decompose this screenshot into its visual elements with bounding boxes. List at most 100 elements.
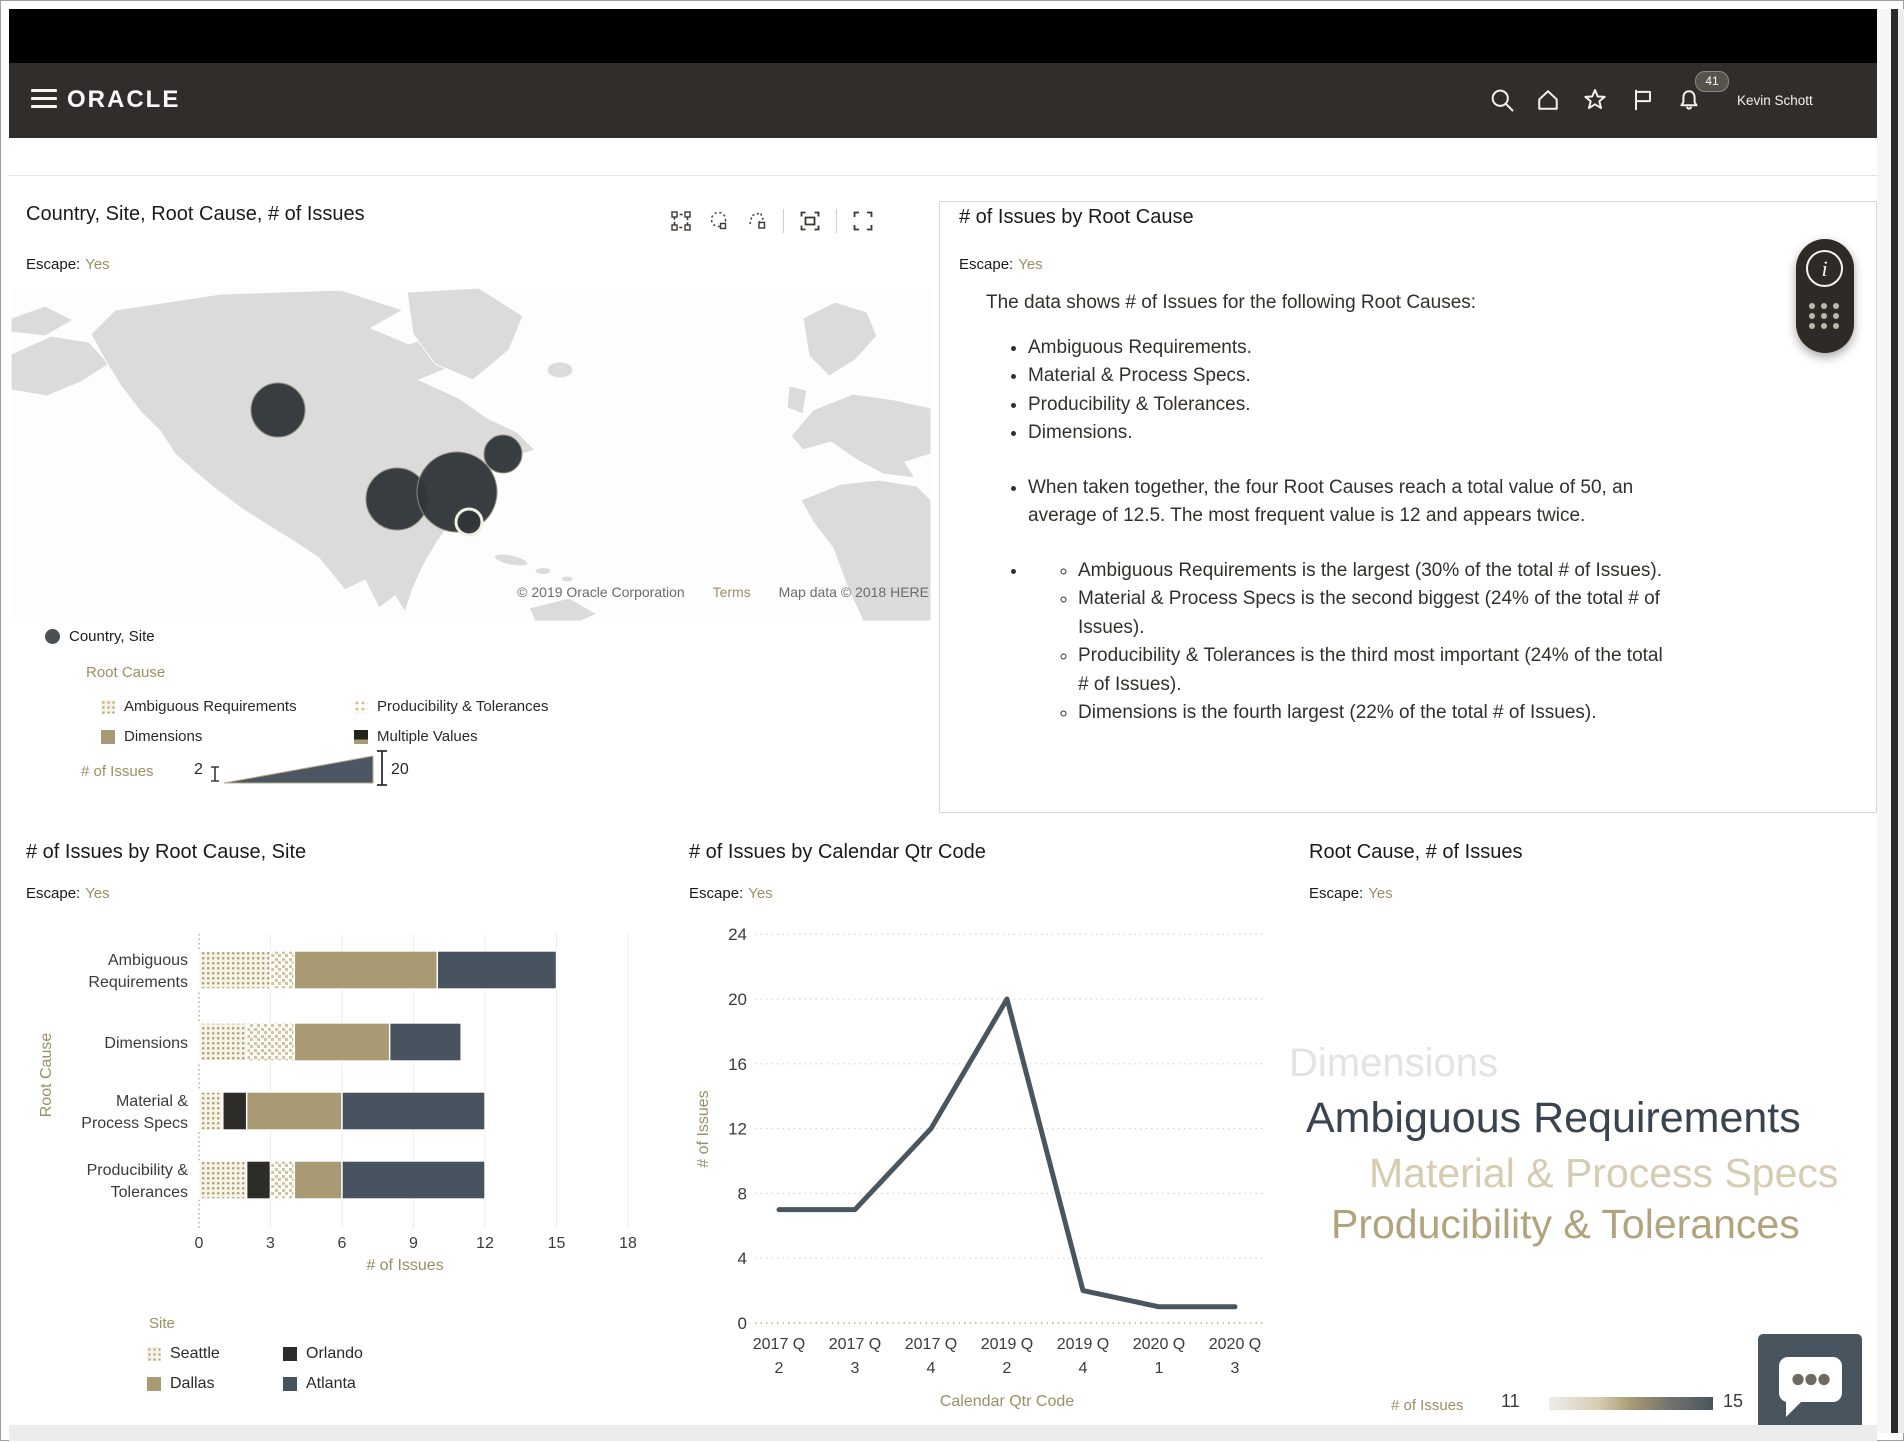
svg-text:3: 3: [851, 1360, 860, 1377]
insight-panel-title: # of Issues by Root Cause: [959, 206, 1194, 229]
size-legend-min: 2: [194, 761, 203, 779]
home-icon[interactable]: [1534, 86, 1562, 114]
svg-text:3: 3: [266, 1235, 275, 1252]
site-legend-title: Site: [149, 1315, 175, 1332]
line-series[interactable]: [779, 999, 1235, 1307]
tag-word[interactable]: Ambiguous Requirements: [1306, 1097, 1801, 1140]
svg-text:4: 4: [927, 1360, 936, 1377]
bar-segment[interactable]: [271, 1161, 295, 1199]
legend-label: Atlanta: [306, 1375, 356, 1393]
chat-assistant-button[interactable]: [1758, 1334, 1862, 1438]
svg-text:0: 0: [195, 1235, 204, 1252]
bar-segment[interactable]: [247, 1092, 342, 1130]
legend-swatch: [101, 700, 115, 714]
svg-text:Dimensions: Dimensions: [104, 1035, 188, 1052]
map-legend-item[interactable]: Dimensions: [101, 728, 354, 745]
legend-swatch: [283, 1377, 297, 1391]
fullscreen-icon[interactable]: [851, 209, 875, 233]
svg-text:0: 0: [738, 1314, 747, 1333]
bar-segment[interactable]: [342, 1092, 485, 1130]
legend-swatch: [354, 700, 368, 714]
insight-summary: When taken together, the four Root Cause…: [1028, 474, 1676, 531]
insight-text: The data shows # of Issues for the follo…: [986, 289, 1676, 728]
favorites-star-icon[interactable]: [1581, 86, 1609, 114]
tag-legend-label: # of Issues: [1391, 1397, 1464, 1414]
page-right-margin: [1877, 9, 1891, 1433]
polygon-lasso-select-icon[interactable]: [745, 209, 769, 233]
bar-segment[interactable]: [342, 1161, 485, 1199]
insight-options-pill[interactable]: i: [1796, 239, 1854, 353]
bar-segment[interactable]: [247, 1023, 295, 1061]
bar-segment[interactable]: [247, 1161, 271, 1199]
bar-segment[interactable]: [294, 1023, 389, 1061]
tag-word[interactable]: Producibility & Tolerances: [1331, 1204, 1800, 1245]
bar-segment[interactable]: [223, 1092, 247, 1130]
svg-text:2: 2: [1003, 1360, 1012, 1377]
bar-segment[interactable]: [271, 951, 295, 989]
legend-swatch: [147, 1347, 161, 1361]
marquee-select-icon[interactable]: [669, 209, 693, 233]
size-legend-max: 20: [391, 761, 409, 779]
oracle-logo: ORACLE: [67, 86, 180, 114]
bar-segment[interactable]: [437, 951, 556, 989]
notification-count-badge: 41: [1695, 71, 1729, 92]
scrollbar[interactable]: [1891, 9, 1898, 1433]
user-menu[interactable]: Kevin Schott: [1737, 93, 1813, 108]
size-legend-max-marker[interactable]: [375, 749, 389, 787]
toolbar-divider: [836, 209, 837, 233]
bar-segment[interactable]: [199, 1023, 247, 1061]
lasso-select-icon[interactable]: [707, 209, 731, 233]
site-legend-item[interactable]: Seattle: [147, 1345, 283, 1363]
site-legend-item[interactable]: Atlanta: [283, 1375, 363, 1393]
search-icon[interactable]: [1488, 86, 1516, 114]
map-legend-item[interactable]: Ambiguous Requirements: [101, 698, 354, 715]
map-bubble[interactable]: [251, 383, 305, 437]
svg-text:Requirements: Requirements: [88, 974, 188, 991]
tag-word[interactable]: Material & Process Specs: [1369, 1153, 1838, 1194]
tag-legend-gradient: [1549, 1397, 1713, 1410]
svg-text:15: 15: [548, 1235, 566, 1252]
flag-icon[interactable]: [1629, 86, 1657, 114]
map-legend-item[interactable]: Producibility & Tolerances: [354, 698, 548, 715]
map-bubble[interactable]: [456, 509, 482, 535]
bar-segment[interactable]: [294, 951, 437, 989]
bar-segment[interactable]: [294, 1161, 342, 1199]
legend-swatch: [354, 730, 368, 744]
svg-text:Ambiguous: Ambiguous: [108, 952, 188, 969]
map-legend-item[interactable]: Multiple Values: [354, 728, 548, 745]
hamburger-menu-icon[interactable]: [31, 89, 57, 109]
size-legend-ramp[interactable]: [223, 751, 379, 787]
info-icon[interactable]: i: [1806, 250, 1843, 287]
line-x-axis-title: Calendar Qtr Code: [857, 1393, 1157, 1411]
size-legend-min-marker: [209, 766, 221, 782]
tag-word[interactable]: Dimensions: [1289, 1043, 1498, 1083]
bar-segment[interactable]: [199, 1161, 247, 1199]
svg-text:24: 24: [728, 925, 747, 944]
site-legend-item[interactable]: Orlando: [283, 1345, 363, 1363]
zoom-to-fit-icon[interactable]: [798, 209, 822, 233]
svg-text:3: 3: [1231, 1360, 1240, 1377]
map-copyright: © 2019 Oracle Corporation: [517, 584, 685, 600]
size-legend-label: # of Issues: [81, 763, 154, 780]
bubble-legend-swatch: [45, 629, 60, 644]
svg-text:2020 Q: 2020 Q: [1209, 1336, 1261, 1353]
chat-bubble-icon: [1758, 1334, 1862, 1438]
svg-text:2020 Q: 2020 Q: [1133, 1336, 1185, 1353]
svg-text:Tolerances: Tolerances: [111, 1184, 188, 1201]
stacked-bar-chart: Ambiguous Requirements Dimensions Material …: [26, 926, 641, 1256]
bar-segment[interactable]: [199, 1092, 223, 1130]
site-legend-item[interactable]: Dallas: [147, 1375, 283, 1393]
svg-text:9: 9: [409, 1235, 418, 1252]
detail-item: Material & Process Specs is the second b…: [1078, 585, 1676, 642]
tag-legend-max: 15: [1723, 1391, 1743, 1412]
detail-item: Dimensions is the fourth largest (22% of…: [1078, 699, 1676, 728]
grid-dots-icon[interactable]: [1809, 303, 1841, 329]
bar-segment[interactable]: [199, 951, 271, 989]
map-terms-link[interactable]: Terms: [713, 584, 751, 600]
map-bubble[interactable]: [484, 435, 522, 473]
bar-segment[interactable]: [390, 1023, 462, 1061]
detail-item: Producibility & Tolerances is the third …: [1078, 642, 1676, 699]
svg-text:Material &: Material &: [116, 1093, 188, 1110]
summary-list: When taken together, the four Root Cause…: [986, 474, 1676, 531]
svg-text:4: 4: [1079, 1360, 1088, 1377]
